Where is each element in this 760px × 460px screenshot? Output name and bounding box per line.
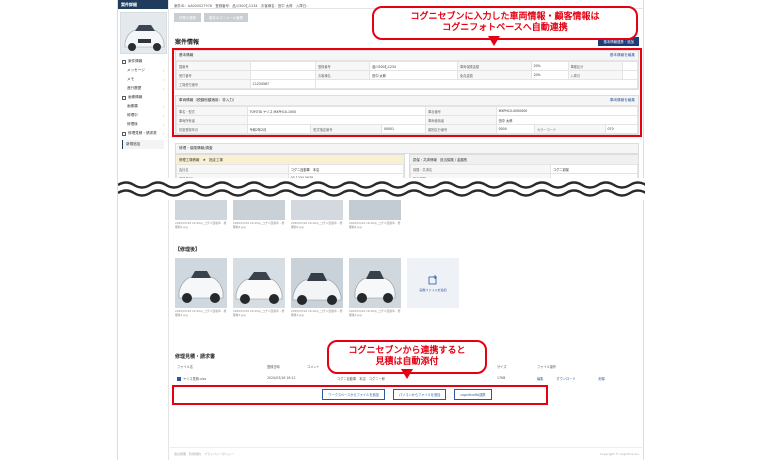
- before-photo[interactable]: 2020/03/16 16:10ip_コグニ自動車 - 修理前1.jpg: [175, 198, 227, 229]
- sidebar-header: 案件詳細: [118, 0, 168, 9]
- label-cell: 保険・共済名: [410, 164, 551, 174]
- folder-icon: [122, 59, 126, 64]
- sidebar-item-memo[interactable]: メモ ›: [118, 75, 168, 84]
- info-highlight-box: [172, 48, 642, 137]
- sidebar-item-repaired[interactable]: 修理後 ›: [118, 120, 168, 129]
- before-photos: 2020/03/16 16:10ip_コグニ自動車 - 修理前1.jpg 202…: [170, 198, 406, 229]
- app-frame: 案件詳細 案件情報 メッセージ › メモ › 進行履歴 › 画像情報 画像類 › 修理中…: [117, 0, 645, 460]
- add-image-icon: [428, 274, 437, 284]
- repair-info-title: 修理・保険情報/調査: [175, 143, 639, 154]
- chevron-right-icon: ›: [162, 122, 164, 127]
- sidebar-item-image-list[interactable]: 画像類 ›: [118, 102, 168, 111]
- value-cell: コグニ損保: [549, 164, 639, 174]
- photo-caption: 2020/03/16 16:10ip_コグニ自動車 - 修理後2.jpg: [233, 309, 285, 317]
- after-photo[interactable]: 2020/03/16 16:10ip_コグニ自動車 - 修理後2.jpg: [233, 258, 285, 317]
- sidebar-item-history[interactable]: 進行履歴 ›: [118, 84, 168, 93]
- estimate-highlight-box: [172, 385, 548, 405]
- chevron-right-icon: ›: [162, 77, 164, 82]
- chevron-right-icon: ›: [162, 68, 164, 73]
- label-cell: 会社名: [176, 164, 289, 174]
- sidebar-item-message[interactable]: メッセージ ›: [118, 66, 168, 75]
- column-header: ファイル名: [177, 365, 193, 369]
- upload-photo-tile[interactable]: 画像ファイルを追加: [407, 258, 459, 317]
- value-cell: コグニ自動車 本店: [287, 164, 405, 174]
- photo-caption: 2020/03/16 16:10ip_コグニ自動車 - 修理後3.jpg: [291, 309, 343, 317]
- before-photo[interactable]: 2020/03/16 16:10ip_コグニ自動車 - 修理前3.jpg: [291, 198, 343, 229]
- top-callout: コグニセブンに入力した車両情報・顧客情報は コグニフォトベースへ自動連携: [372, 6, 638, 40]
- upload-label: 画像ファイルを追加: [419, 287, 447, 292]
- photo-caption: 2020/03/16 16:10ip_コグニ自動車 - 修理前2.jpg: [233, 221, 285, 229]
- chevron-right-icon: ›: [162, 86, 164, 91]
- photo-caption: 2020/03/16 16:10ip_コグニ自動車 - 修理前4.jpg: [349, 221, 401, 229]
- repair-info-title-text: 修理・保険情報/調査: [179, 146, 213, 150]
- sidebar-item-estimate[interactable]: 修理見積・請求書 ›: [118, 129, 168, 138]
- download-link[interactable]: ダウンロード: [556, 377, 575, 381]
- edit-link[interactable]: 編集: [537, 377, 543, 381]
- excel-file-icon: [177, 376, 181, 381]
- file-size: 17KB: [497, 376, 506, 380]
- before-photo[interactable]: 2020/03/16 16:10ip_コグニ自動車 - 修理前2.jpg: [233, 198, 285, 229]
- after-photo[interactable]: 2020/03/16 16:10ip_コグニ自動車 - 修理後4.jpg: [349, 258, 401, 317]
- image-icon: [122, 95, 126, 100]
- chevron-right-icon: ›: [162, 113, 164, 118]
- insurance-info-header: 損保・共済情報 該当保険 / 金額別: [410, 155, 638, 164]
- column-header: ファイル操作: [537, 365, 557, 369]
- top-callout-arrow: [488, 36, 500, 46]
- photo-caption: 2020/03/16 16:10ip_コグニ自動車 - 修理後1.jpg: [175, 309, 227, 317]
- section-break-wave: [118, 178, 645, 200]
- after-photo[interactable]: 2020/03/16 16:10ip_コグニ自動車 - 修理後1.jpg: [175, 258, 227, 317]
- sidebar-item-images[interactable]: 画像情報: [118, 93, 168, 102]
- chevron-right-icon: ›: [162, 104, 164, 109]
- after-photos: 2020/03/16 16:10ip_コグニ自動車 - 修理後1.jpg 202…: [170, 258, 464, 317]
- photo-caption: 2020/03/16 16:10ip_コグニ自動車 - 修理前1.jpg: [175, 221, 227, 229]
- file-name[interactable]: ヤリス見積.xlsx: [183, 377, 206, 381]
- document-icon: [122, 131, 126, 136]
- register-work-button[interactable]: 作業の登録: [174, 13, 201, 22]
- after-photo[interactable]: 2020/03/16 16:10ip_コグニ自動車 - 修理後3.jpg: [291, 258, 343, 317]
- car-thumbnail: [120, 12, 167, 54]
- column-header: サイズ: [497, 365, 507, 369]
- sidebar-item-case-info[interactable]: 案件情報: [118, 57, 168, 66]
- footer: 会社概要 利用規約 プライバシーポリシー Copyright © Cogniti…: [170, 447, 644, 460]
- shop-info-header: 修理工場情報 ★ 指定工場: [176, 155, 404, 164]
- before-photo[interactable]: 2020/03/16 16:10ip_コグニ自動車 - 修理前4.jpg: [349, 198, 401, 229]
- mail-manage-button[interactable]: 基本のコニメール管理: [203, 13, 248, 22]
- copyright: Copyright © Cognitive Inc.: [599, 452, 640, 456]
- registered-date: 2020/03/16 16:12: [267, 376, 296, 380]
- sidebar-item-repairing[interactable]: 修理中 ›: [118, 111, 168, 120]
- chevron-right-icon: ›: [162, 131, 164, 136]
- bottom-callout-arrow: [401, 369, 413, 379]
- column-header: 登録日時: [267, 365, 280, 369]
- footer-links[interactable]: 会社概要 利用規約 プライバシーポリシー: [174, 452, 234, 456]
- photo-caption: 2020/03/16 16:10ip_コグニ自動車 - 修理後4.jpg: [349, 309, 401, 317]
- photo-caption: 2020/03/16 16:10ip_コグニ自動車 - 修理前3.jpg: [291, 221, 343, 229]
- after-photos-title: 【修理後】: [175, 247, 201, 253]
- sidebar: 案件詳細 案件情報 メッセージ › メモ › 進行履歴 › 画像情報 画像類 › 修理中…: [118, 0, 169, 460]
- sidebar-item-add-new[interactable]: 新規追加: [122, 140, 164, 149]
- delete-link[interactable]: 削除: [599, 377, 605, 381]
